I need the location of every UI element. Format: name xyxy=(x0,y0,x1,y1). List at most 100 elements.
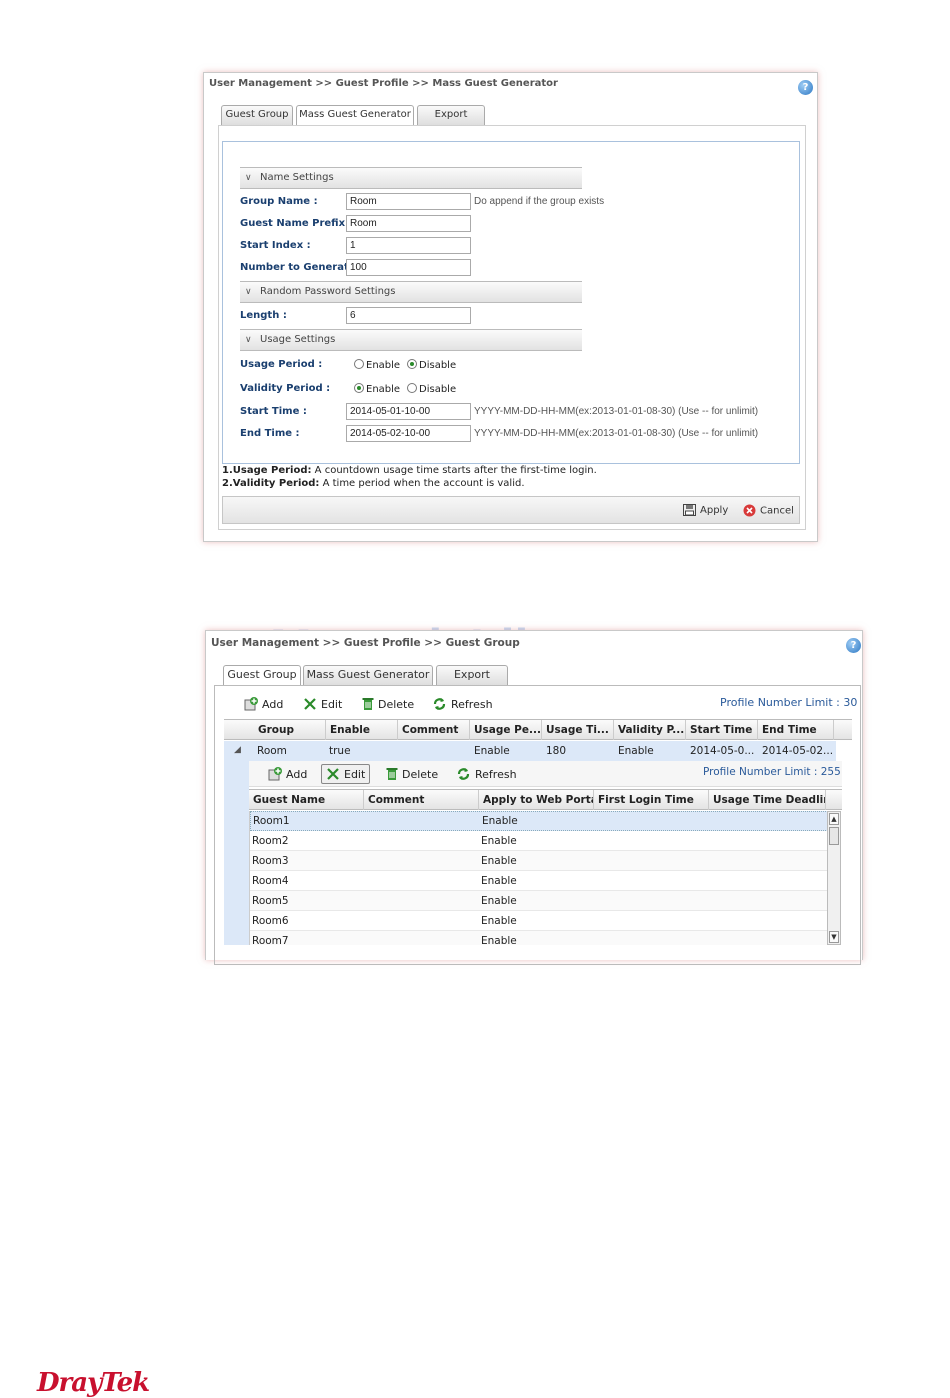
group-name-label: Group Name : xyxy=(240,196,318,207)
col-usage-time[interactable]: Usage Ti... xyxy=(542,720,614,740)
col-usage-time-deadline[interactable]: Usage Time Deadline xyxy=(709,790,826,810)
group-name-hint: Do append if the group exists xyxy=(474,196,605,207)
col-enable[interactable]: Enable xyxy=(326,720,398,740)
guest-group-panel: User Management >> Guest Profile >> Gues… xyxy=(205,630,863,965)
group-row[interactable]: ◢ Room true Enable 180 Enable 2014-05-0.… xyxy=(224,741,836,761)
refresh-icon xyxy=(433,698,446,710)
col-usage-period[interactable]: Usage Pe... xyxy=(470,720,542,740)
web-portal-cell: Enable xyxy=(481,895,517,907)
guest-grid-header: Guest Name Comment Apply to Web Portal F… xyxy=(249,789,842,810)
guest-list-scrollbar[interactable]: ▲ ▼ xyxy=(827,811,841,945)
apply-button[interactable]: Apply xyxy=(683,504,728,516)
table-row[interactable]: Room2 Enable xyxy=(250,831,827,851)
help-icon[interactable]: ? xyxy=(798,80,813,95)
scroll-thumb[interactable] xyxy=(829,827,839,845)
col-end-time[interactable]: End Time xyxy=(758,720,834,740)
tab-export[interactable]: Export xyxy=(417,105,485,125)
start-index-input[interactable]: 1 xyxy=(346,237,471,254)
number-to-generate-label: Number to Generate : xyxy=(240,262,364,273)
add-button[interactable]: Add xyxy=(244,697,283,711)
expand-triangle-icon[interactable]: ◢ xyxy=(234,745,241,755)
tab-guest-group[interactable]: Guest Group xyxy=(221,105,293,125)
tab-guest-group[interactable]: Guest Group xyxy=(223,665,301,686)
help-icon[interactable]: ? xyxy=(846,638,861,653)
breadcrumb: User Management >> Guest Profile >> Mass… xyxy=(209,78,558,89)
table-row[interactable]: Room6 Enable xyxy=(250,911,827,931)
table-row[interactable]: Room4 Enable xyxy=(250,871,827,891)
add-icon xyxy=(244,697,258,711)
start-time-hint: YYYY-MM-DD-HH-MM(ex:2013-01-01-08-30) (U… xyxy=(474,406,759,417)
length-input[interactable]: 6 xyxy=(346,307,471,324)
chevron-down-icon: ∨ xyxy=(245,335,252,345)
tab-export[interactable]: Export xyxy=(436,665,508,685)
table-row[interactable]: Room1 Enable xyxy=(250,811,827,831)
table-row[interactable]: Room5 Enable xyxy=(250,891,827,911)
end-time-label: End Time : xyxy=(240,428,300,439)
scroll-down-icon[interactable]: ▼ xyxy=(829,931,839,943)
tab-mass-guest-generator[interactable]: Mass Guest Generator xyxy=(296,105,414,126)
delete-icon xyxy=(362,698,374,710)
guest-list: Room1 Enable Room2 Enable Room3 Enable R… xyxy=(249,811,827,945)
radio-on-icon xyxy=(354,383,364,393)
section-name-settings[interactable]: ∨ Name Settings xyxy=(240,167,582,189)
delete-button[interactable]: Delete xyxy=(362,697,414,711)
group-name-input[interactable]: Room xyxy=(346,193,471,210)
save-icon xyxy=(683,504,696,516)
group-usage-time-cell: 180 xyxy=(546,745,567,757)
usage-period-disable-radio[interactable]: Disable xyxy=(407,359,456,371)
mass-guest-generator-panel: User Management >> Guest Profile >> Mass… xyxy=(203,72,818,542)
refresh-icon xyxy=(457,768,470,780)
delete-icon xyxy=(386,768,398,780)
guest-name-prefix-label: Guest Name Prefix : xyxy=(240,218,353,229)
guest-name-cell: Room6 xyxy=(252,915,289,927)
section-random-password[interactable]: ∨ Random Password Settings xyxy=(240,281,582,303)
col-group[interactable]: Group xyxy=(254,720,326,740)
note-validity-period: 2.Validity Period: A time period when th… xyxy=(222,478,525,489)
col-start-time[interactable]: Start Time xyxy=(686,720,758,740)
sub-delete-button[interactable]: Delete xyxy=(386,767,438,781)
sub-profile-number-limit: Profile Number Limit : 255 xyxy=(703,766,841,778)
number-to-generate-input[interactable]: 100 xyxy=(346,259,471,276)
col-guest-name[interactable]: Guest Name xyxy=(249,790,364,810)
usage-period-enable-radio[interactable]: Enable xyxy=(354,359,400,371)
col-validity-period[interactable]: Validity P... xyxy=(614,720,686,740)
group-end-time-cell: 2014-05-02... xyxy=(762,745,834,757)
table-row[interactable]: Room7 Enable xyxy=(250,931,827,945)
guest-name-cell: Room5 xyxy=(252,895,289,907)
sub-add-button[interactable]: Add xyxy=(268,767,307,781)
expanded-gutter xyxy=(224,761,249,945)
radio-off-icon xyxy=(354,359,364,369)
guest-name-cell: Room2 xyxy=(252,835,289,847)
validity-period-disable-radio[interactable]: Disable xyxy=(407,383,456,395)
radio-on-icon xyxy=(407,359,417,369)
edit-button[interactable]: Edit xyxy=(303,697,342,711)
refresh-button[interactable]: Refresh xyxy=(432,697,493,711)
col-comment[interactable]: Comment xyxy=(364,790,479,810)
chevron-down-icon: ∨ xyxy=(245,173,252,183)
col-apply-web-portal[interactable]: Apply to Web Portal xyxy=(479,790,594,810)
radio-off-icon xyxy=(407,383,417,393)
web-portal-cell: Enable xyxy=(481,835,517,847)
sub-edit-button[interactable]: Edit xyxy=(321,764,371,784)
scroll-up-icon[interactable]: ▲ xyxy=(829,813,839,825)
length-label: Length : xyxy=(240,310,287,321)
cancel-icon xyxy=(743,504,756,517)
col-comment[interactable]: Comment xyxy=(398,720,470,740)
cancel-button[interactable]: Cancel xyxy=(743,504,794,517)
guest-name-cell: Room3 xyxy=(252,855,289,867)
end-time-input[interactable]: 2014-05-02-10-00 xyxy=(346,425,471,442)
tab-mass-guest-generator[interactable]: Mass Guest Generator xyxy=(303,665,433,685)
col-first-login-time[interactable]: First Login Time xyxy=(594,790,709,810)
add-icon xyxy=(268,767,282,781)
sub-refresh-button[interactable]: Refresh xyxy=(456,767,517,781)
profile-number-limit: Profile Number Limit : 30 xyxy=(720,696,858,709)
chevron-down-icon: ∨ xyxy=(245,287,252,297)
table-row[interactable]: Room3 Enable xyxy=(250,851,827,871)
edit-icon xyxy=(327,768,339,780)
guest-name-prefix-input[interactable]: Room xyxy=(346,215,471,232)
start-time-input[interactable]: 2014-05-01-10-00 xyxy=(346,403,471,420)
web-portal-cell: Enable xyxy=(481,875,517,887)
validity-period-enable-radio[interactable]: Enable xyxy=(354,383,400,395)
edit-icon xyxy=(304,698,316,710)
section-usage-settings[interactable]: ∨ Usage Settings xyxy=(240,329,582,351)
